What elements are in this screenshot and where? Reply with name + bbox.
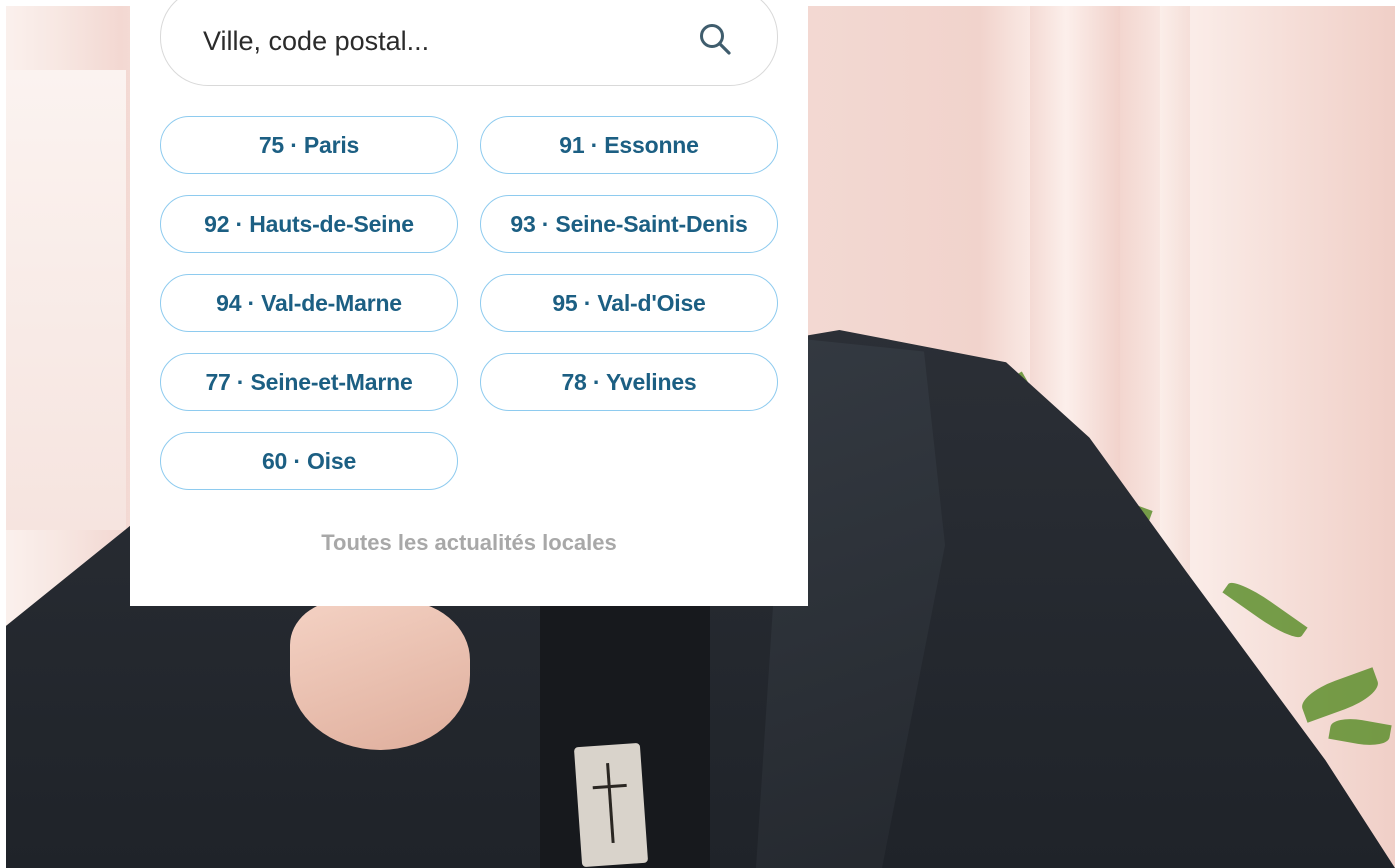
department-button-val-de-marne[interactable]: 94 · Val-de-Marne [160, 274, 458, 332]
department-button-hauts-de-seine[interactable]: 92 · Hauts-de-Seine [160, 195, 458, 253]
department-button-yvelines[interactable]: 78 · Yvelines [480, 353, 778, 411]
page: 75 · Paris 91 · Essonne 92 · Hauts-de-Se… [0, 0, 1395, 868]
background-plant-leaf [1297, 667, 1383, 723]
department-button-seine-et-marne[interactable]: 77 · Seine-et-Marne [160, 353, 458, 411]
search-box [160, 0, 778, 86]
background-left-edge [0, 0, 6, 868]
all-local-news-link[interactable]: Toutes les actualités locales [130, 530, 808, 556]
background-window [6, 70, 126, 530]
background-plant-leaf [1328, 714, 1392, 750]
background-hand [290, 600, 470, 750]
search-input[interactable] [203, 21, 683, 61]
department-button-seine-saint-denis[interactable]: 93 · Seine-Saint-Denis [480, 195, 778, 253]
department-button-oise[interactable]: 60 · Oise [160, 432, 458, 490]
department-button-val-d-oise[interactable]: 95 · Val-d'Oise [480, 274, 778, 332]
department-button-paris[interactable]: 75 · Paris [160, 116, 458, 174]
background-cross-pendant [573, 742, 649, 868]
location-dropdown-panel: 75 · Paris 91 · Essonne 92 · Hauts-de-Se… [130, 0, 808, 606]
search-icon[interactable] [697, 21, 733, 57]
background-plant-leaf [1222, 575, 1308, 645]
department-button-essonne[interactable]: 91 · Essonne [480, 116, 778, 174]
